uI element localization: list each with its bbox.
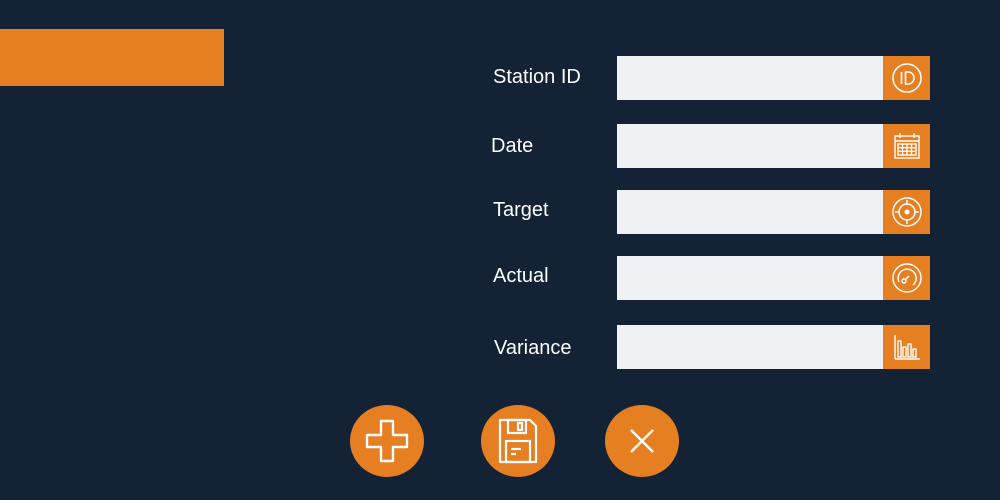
date-input[interactable] [617, 124, 883, 168]
target-label: Target [493, 199, 549, 221]
gauge-icon[interactable] [883, 256, 930, 300]
target-field-group [617, 190, 930, 234]
add-button[interactable] [350, 405, 424, 477]
actual-label: Actual [493, 265, 549, 287]
target-icon[interactable] [883, 190, 930, 234]
station-id-label: Station ID [493, 66, 581, 88]
cancel-button[interactable] [605, 405, 679, 477]
actual-field-group [617, 256, 930, 300]
header-accent-bar [0, 29, 224, 86]
plus-icon [365, 419, 409, 463]
station-id-input[interactable] [617, 56, 883, 100]
save-button[interactable] [481, 405, 555, 477]
calendar-icon[interactable] [883, 124, 930, 168]
floppy-disk-icon [498, 418, 538, 464]
target-input[interactable] [617, 190, 883, 234]
station-id-field-group [617, 56, 930, 100]
date-field-group [617, 124, 930, 168]
close-icon [630, 429, 654, 453]
id-icon[interactable] [883, 56, 930, 100]
bar-chart-icon[interactable] [883, 325, 930, 369]
actual-input[interactable] [617, 256, 883, 300]
variance-label: Variance [494, 337, 572, 359]
date-label: Date [491, 135, 534, 157]
variance-input[interactable] [617, 325, 883, 369]
variance-field-group [617, 325, 930, 369]
